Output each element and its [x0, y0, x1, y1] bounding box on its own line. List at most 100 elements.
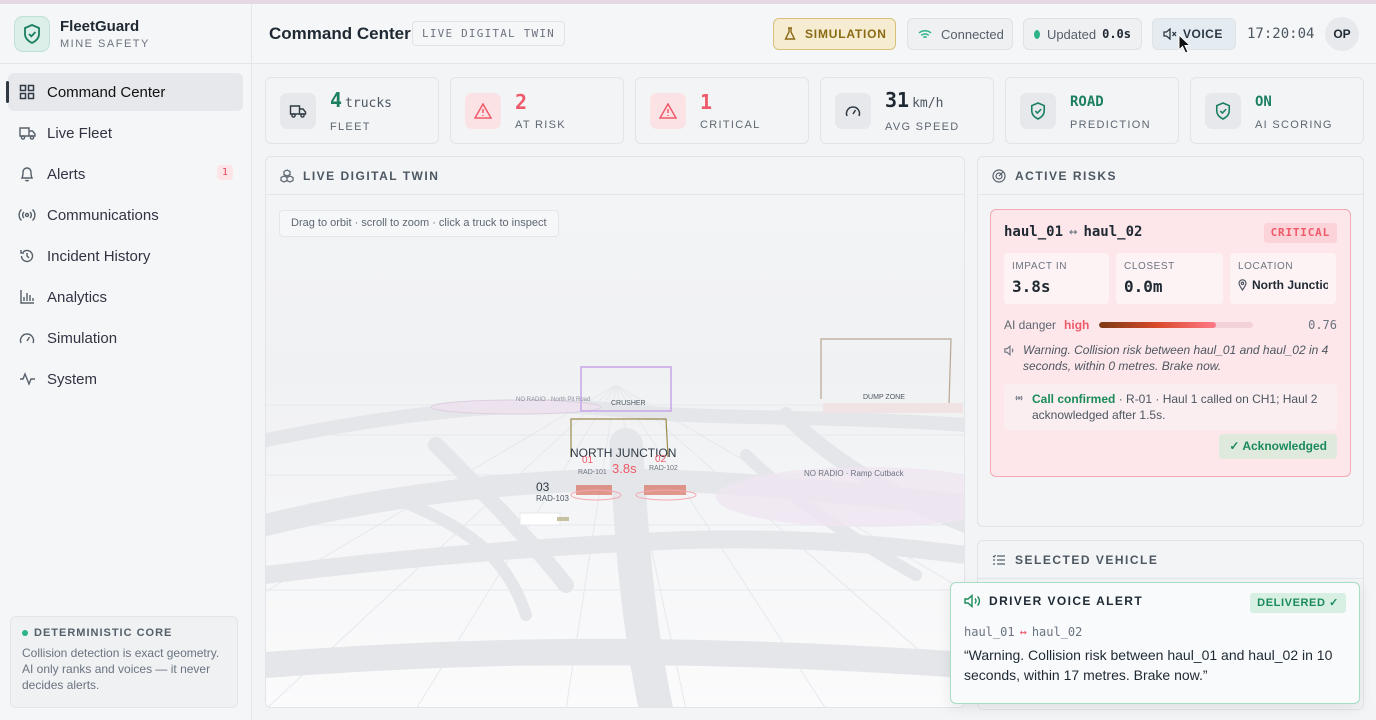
- clock: 17:20:04: [1247, 26, 1315, 42]
- brand-name: FleetGuard: [60, 17, 140, 35]
- call-status-label: Call confirmed: [1032, 392, 1116, 406]
- danger-bar-fill: [1099, 322, 1217, 328]
- shield-logo-icon: [14, 15, 50, 52]
- sidebar-item-label: Communications: [47, 206, 159, 224]
- bar-chart-icon: [18, 288, 36, 306]
- sidebar-item-system[interactable]: System: [8, 360, 243, 398]
- speaker-muted-icon: [1163, 28, 1177, 40]
- kpi-prediction: ROAD PREDICTION: [1005, 77, 1179, 144]
- kpi-label: AI SCORING: [1255, 118, 1333, 131]
- truck-03-label: 03: [536, 480, 550, 494]
- deterministic-core-note: DETERMINISTIC CORE Collision detection i…: [10, 616, 238, 708]
- kpi-ai-scoring: ON AI SCORING: [1190, 77, 1364, 144]
- sidebar-item-command-center[interactable]: Command Center: [6, 73, 243, 111]
- kpi-unit: trucks: [345, 95, 393, 111]
- kpi-value: 2: [515, 89, 528, 114]
- flask-icon: [784, 27, 796, 41]
- core-title: DETERMINISTIC CORE: [34, 627, 173, 639]
- sidebar-item-analytics[interactable]: Analytics: [8, 278, 243, 316]
- grid-icon: [18, 83, 36, 101]
- no-radio-zone-label: NO RADIO · North Pit Road: [516, 397, 590, 403]
- kpi-label: PREDICTION: [1070, 118, 1151, 131]
- sidebar-item-incident-history[interactable]: Incident History: [8, 237, 243, 275]
- gauge-icon: [835, 92, 871, 129]
- live-dot-icon: [1034, 29, 1040, 39]
- simulation-label: SIMULATION: [805, 27, 887, 41]
- pair-arrow: ↔: [1069, 224, 1078, 240]
- sidebar: FleetGuard MINE SAFETY Command Center Li…: [0, 4, 252, 720]
- truck-b: haul_02: [1083, 224, 1143, 240]
- toast-message: “Warning. Collision risk between haul_01…: [964, 647, 1333, 683]
- sidebar-item-alerts[interactable]: Alerts 1: [8, 155, 243, 193]
- delivered-badge: DELIVERED ✓: [1250, 593, 1346, 613]
- kpi-label: CRITICAL: [700, 118, 761, 131]
- updated-value: 0.0s: [1102, 27, 1131, 41]
- kpi-value: 4: [330, 87, 343, 112]
- warning-text: Warning. Collision risk between haul_01 …: [1023, 343, 1329, 373]
- brand[interactable]: FleetGuard MINE SAFETY: [0, 4, 251, 64]
- cubes-icon: [280, 168, 294, 183]
- acknowledged-button[interactable]: ✓ Acknowledged: [1219, 434, 1337, 459]
- panel-title: SELECTED VEHICLE: [1015, 552, 1159, 567]
- voice-warning: Warning. Collision risk between haul_01 …: [1004, 342, 1337, 374]
- radio-icon: [1013, 393, 1025, 423]
- metric-label: IMPACT IN: [1012, 261, 1068, 272]
- warning-icon: [465, 92, 501, 129]
- radio-icon: [18, 206, 36, 224]
- connection-status: Connected: [907, 18, 1013, 50]
- status-dot-icon: [22, 630, 28, 636]
- panel-title: ACTIVE RISKS: [1015, 168, 1118, 183]
- sidebar-item-label: Live Fleet: [47, 124, 113, 142]
- sidebar-item-label: Alerts: [47, 165, 86, 183]
- driver-voice-alert-toast[interactable]: DRIVER VOICE ALERT DELIVERED ✓ haul_01 ↔ h…: [950, 582, 1360, 704]
- time-to-collision-label: 3.8s: [612, 461, 637, 476]
- sidebar-item-communications[interactable]: Communications: [8, 196, 243, 234]
- sidebar-item-label: Simulation: [47, 329, 118, 347]
- sidebar-nav: Command Center Live Fleet Alerts 1 Commu…: [0, 64, 251, 410]
- metric-value: 0.0m: [1124, 277, 1163, 296]
- truck-03-radio: RAD-103: [536, 494, 569, 503]
- kpi-critical: 1 CRITICAL: [635, 77, 809, 144]
- ramp-no-radio-label: NO RADIO · Ramp Cutback: [804, 469, 905, 478]
- call-status: Call confirmed · R-01 · Haul 1 called on…: [1004, 384, 1337, 430]
- updated-label: Updated: [1046, 26, 1097, 42]
- closest-metric: CLOSEST 0.0m: [1116, 253, 1223, 304]
- kpi-at-risk: 2 AT RISK: [450, 77, 624, 144]
- impact-metric: IMPACT IN 3.8s: [1004, 253, 1109, 304]
- active-risks-panel: ACTIVE RISKS haul_01 ↔ haul_02 CRITICAL IM…: [977, 156, 1364, 527]
- connection-label: Connected: [941, 26, 1004, 42]
- digital-twin-panel: LIVE DIGITAL TWIN Drag to orbit · scroll…: [265, 156, 965, 708]
- danger-label: AI danger: [1004, 318, 1057, 332]
- 3d-scene-canvas[interactable]: NO RADIO · North Pit Road CRUSHER DUMP Z…: [266, 195, 965, 708]
- bell-icon: [18, 165, 36, 183]
- truck-02-radio: RAD-102: [649, 465, 678, 472]
- history-icon: [18, 247, 36, 265]
- sidebar-item-live-fleet[interactable]: Live Fleet: [8, 114, 243, 152]
- pin-icon: [1238, 279, 1247, 291]
- risk-card[interactable]: haul_01 ↔ haul_02 CRITICAL IMPACT IN 3.8s C…: [990, 209, 1351, 477]
- location-metric: LOCATION North Junction: [1230, 253, 1336, 304]
- voice-toggle-button[interactable]: VOICE: [1152, 18, 1236, 50]
- pair-arrow: ↔: [1019, 625, 1027, 639]
- kpi-value: 1: [700, 89, 713, 114]
- kpi-unit: km/h: [912, 95, 944, 111]
- warning-icon: [650, 92, 686, 129]
- avatar[interactable]: OP: [1325, 17, 1359, 51]
- sidebar-item-label: Command Center: [47, 83, 166, 101]
- truck-02-label: 02: [655, 454, 667, 465]
- panel-title: LIVE DIGITAL TWIN: [303, 168, 440, 183]
- truck-a: haul_01: [964, 625, 1015, 639]
- sidebar-item-label: System: [47, 370, 98, 388]
- truck-b: haul_02: [1031, 625, 1083, 639]
- sidebar-item-simulation[interactable]: Simulation: [8, 319, 243, 357]
- radar-icon: [992, 168, 1006, 183]
- truck-icon: [280, 92, 316, 129]
- speaker-icon: [964, 594, 981, 608]
- simulation-button[interactable]: SIMULATION: [773, 18, 896, 50]
- truck-a: haul_01: [1004, 224, 1064, 240]
- brand-subtitle: MINE SAFETY: [60, 37, 150, 50]
- speaker-icon: [1004, 344, 1016, 374]
- kpi-label: FLEET: [330, 120, 371, 133]
- wifi-icon: [918, 29, 932, 40]
- danger-level: high: [1064, 318, 1090, 332]
